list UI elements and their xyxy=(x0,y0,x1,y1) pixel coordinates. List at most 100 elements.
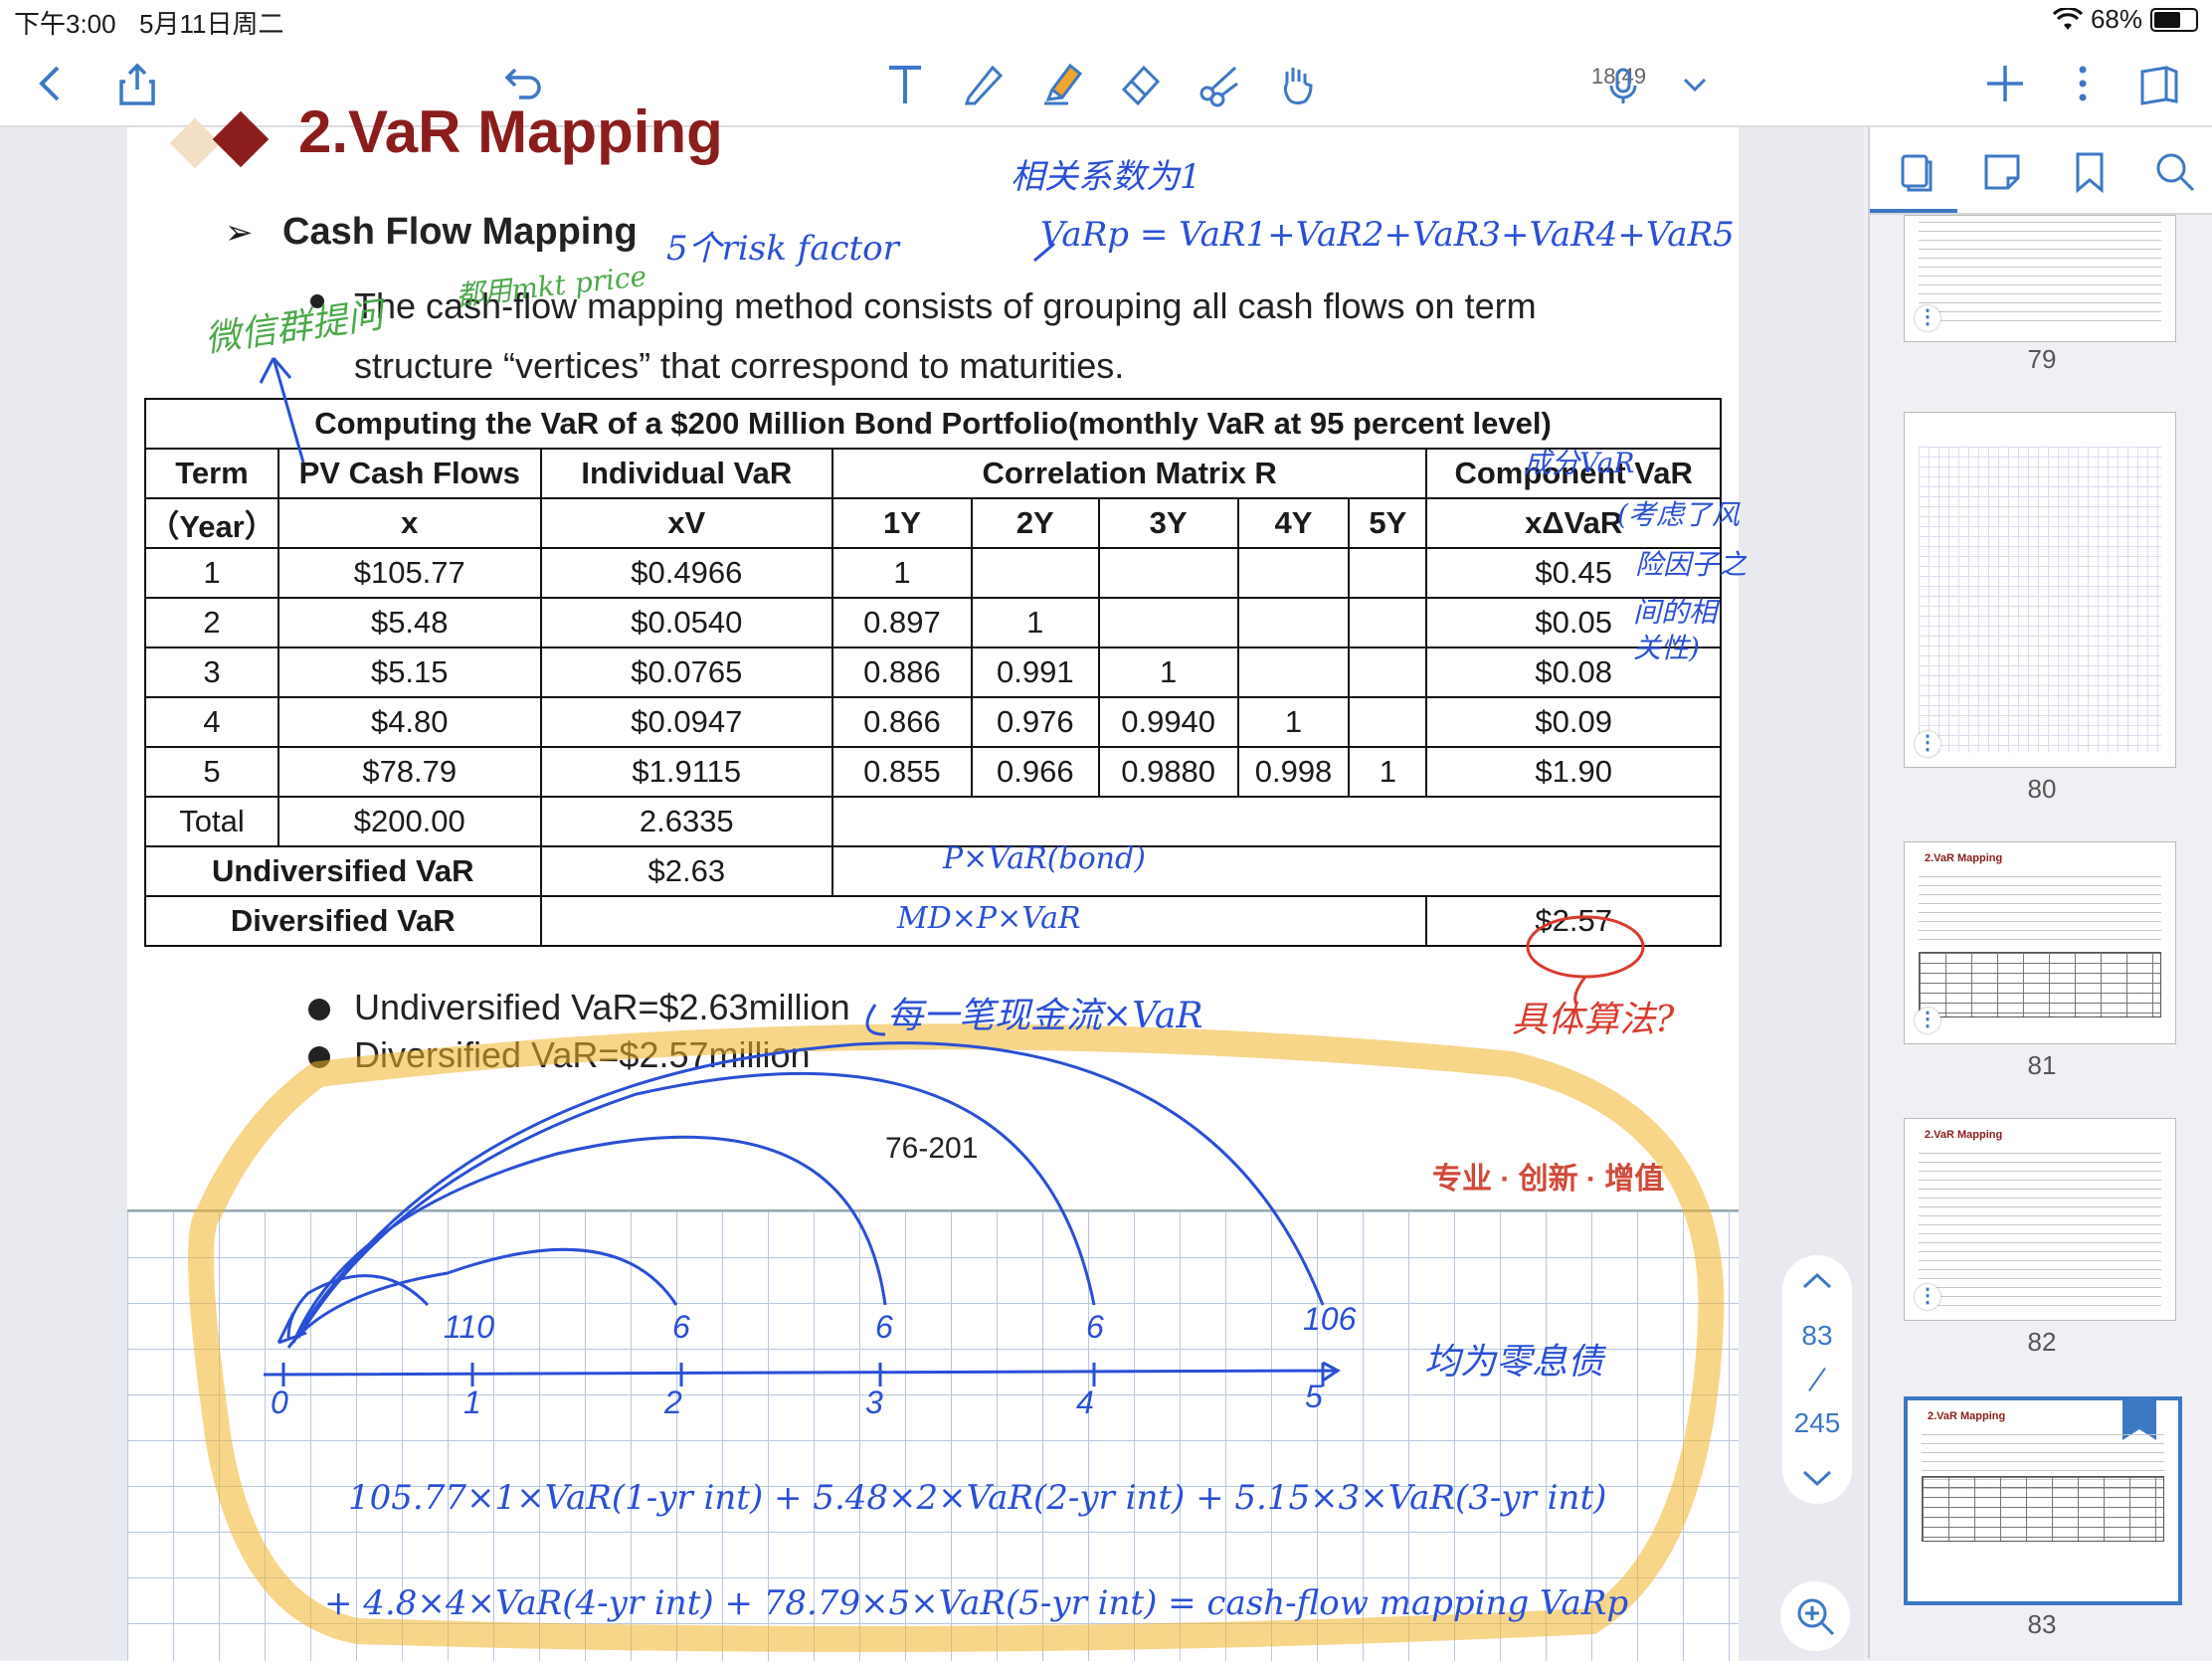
note-correlation-one: 相关系数为1 xyxy=(1011,157,1201,197)
cell-pv: $78.79 xyxy=(276,746,542,798)
page-thumbnail-80[interactable]: ⋮ xyxy=(1904,412,2176,768)
cell-c4 xyxy=(1236,646,1351,698)
text-tool-icon xyxy=(889,66,921,103)
table-row: 3 $5.15 $0.0765 0.886 0.991 1 $0.08 xyxy=(144,646,1722,698)
total-pages: 245 xyxy=(1793,1407,1841,1438)
undiversified-row: Undiversified VaR $2.63 xyxy=(144,845,1722,897)
undiversified-value: $2.63 xyxy=(539,845,834,897)
cashflow-label: 110 xyxy=(444,1309,495,1345)
cell-c4: 0.998 xyxy=(1236,746,1351,798)
cashflow-label: 106 xyxy=(1303,1301,1357,1337)
chevron-down-icon[interactable] xyxy=(1800,1466,1834,1490)
page-separator xyxy=(1808,1367,1826,1392)
total-blank xyxy=(831,796,1722,847)
left-gutter xyxy=(0,127,127,1659)
cell-ivar: $1.9115 xyxy=(539,746,834,798)
note-zero-coupon: 均为零息债 xyxy=(1424,1342,1604,1383)
slide-page-number: 76-201 xyxy=(885,1132,979,1165)
thumbnail-more-button[interactable]: ⋮ xyxy=(1915,305,1940,331)
cashflow-label: 6 xyxy=(672,1309,690,1345)
header-1y: 1Y xyxy=(831,497,973,549)
zoom-button[interactable] xyxy=(1780,1581,1850,1651)
thumbnail-title: 2.VaR Mapping xyxy=(1925,852,2003,864)
cell-cvar: $1.90 xyxy=(1425,746,1722,798)
note-varp-equation: VaRp = VaR1+VaR2+VaR3+VaR4+VaR5 xyxy=(1040,215,1735,255)
note-px-var: P×VaR(bond) xyxy=(943,841,1146,876)
page-thumbnail-83[interactable]: 2.VaR Mapping xyxy=(1904,1396,2182,1605)
header-4y: 4Y xyxy=(1236,497,1351,549)
table-total-row: Total $200.00 2.6335 xyxy=(144,796,1722,847)
cell-c1: 0.897 xyxy=(831,597,973,648)
share-icon xyxy=(119,63,155,105)
cell-pv: $105.77 xyxy=(276,547,542,599)
add-page-button[interactable] xyxy=(1977,56,2033,111)
text-tool-button[interactable] xyxy=(877,56,933,111)
cell-c5 xyxy=(1348,597,1428,648)
bullet-diversified: Diversified VaR=$2.57million xyxy=(354,1034,811,1075)
thumbnail-number: 80 xyxy=(2027,774,2057,804)
cell-c1: 1 xyxy=(831,547,973,599)
note-md-var: MD×P×VaR xyxy=(897,901,1081,936)
cell-c3 xyxy=(1097,597,1239,648)
thumbnail-more-button[interactable]: ⋮ xyxy=(1915,1008,1940,1033)
note-how-calculated: 具体算法? xyxy=(1512,1000,1675,1040)
tab-notes[interactable] xyxy=(1977,147,2027,197)
back-button[interactable] xyxy=(24,56,80,111)
cell-c3: 0.9880 xyxy=(1097,746,1239,798)
slide-subtitle: Cash Flow Mapping xyxy=(282,211,638,253)
lasso-tool-button[interactable] xyxy=(1192,56,1247,111)
header-xv: xV xyxy=(539,497,834,549)
cell-pv: $4.80 xyxy=(276,696,542,748)
eraser-tool-button[interactable] xyxy=(1112,56,1168,111)
formula-line-1: 105.77×1×VaR(1-yr int) + 5.48×2×VaR(2-yr… xyxy=(348,1478,1607,1518)
diversified-value: $2.57 xyxy=(1425,895,1722,947)
note-component-2: (考虑了风 xyxy=(1617,498,1740,531)
highlighter-tool-button[interactable] xyxy=(1034,56,1090,111)
header-individual-var: Individual VaR xyxy=(539,448,834,499)
microphone-button[interactable] xyxy=(1595,56,1651,111)
formula-line-2: + 4.8×4×VaR(4-yr int) + 78.79×5×VaR(5-yr… xyxy=(324,1583,1629,1623)
cell-c2: 1 xyxy=(970,597,1100,648)
share-button[interactable] xyxy=(109,56,165,111)
status-time: 下午3:00 xyxy=(14,9,116,39)
axis-label: 1 xyxy=(463,1384,481,1420)
axis-label: 3 xyxy=(865,1384,883,1420)
cell-c5 xyxy=(1348,646,1428,698)
header-2y: 2Y xyxy=(970,497,1100,549)
tab-bookmarks[interactable] xyxy=(2065,147,2115,197)
active-tab-indicator xyxy=(1870,209,1957,213)
page-thumbnail-79[interactable]: ⋮ xyxy=(1904,215,2176,342)
cell-c4 xyxy=(1236,597,1351,648)
page-thumbnail-82[interactable]: 2.VaR Mapping ⋮ xyxy=(1904,1118,2176,1321)
wifi-icon xyxy=(2052,7,2083,30)
page-thumbnail-81[interactable]: 2.VaR Mapping ⋮ xyxy=(1904,841,2176,1044)
pages-view-button[interactable] xyxy=(2130,56,2186,111)
undiversified-label: Undiversified VaR xyxy=(144,845,542,897)
bullet-undiversified: Undiversified VaR=$2.63million xyxy=(354,987,850,1027)
thumbnail-more-button[interactable]: ⋮ xyxy=(1915,1284,1940,1310)
axis-label: 4 xyxy=(1076,1384,1094,1420)
thumbnail-more-button[interactable]: ⋮ xyxy=(1915,731,1940,757)
status-right: 68% xyxy=(2052,4,2198,35)
microphone-icon xyxy=(1609,68,1637,103)
pen-tool-button[interactable] xyxy=(955,56,1011,111)
cell-cvar: $0.09 xyxy=(1425,696,1722,748)
hand-tool-button[interactable] xyxy=(1269,56,1325,111)
tab-search[interactable] xyxy=(2150,147,2200,197)
table-row: 2 $5.48 $0.0540 0.897 1 $0.05 xyxy=(144,597,1722,648)
cell-term: 3 xyxy=(144,646,279,698)
cell-c3: 1 xyxy=(1097,646,1239,698)
cell-c1: 0.866 xyxy=(831,696,973,748)
cell-c1: 0.886 xyxy=(831,646,973,698)
tab-thumbnails[interactable] xyxy=(1892,147,1941,197)
thumbnail-number: 83 xyxy=(2027,1609,2057,1639)
more-button[interactable] xyxy=(2055,56,2111,111)
thumbnail-number: 79 xyxy=(2027,344,2057,374)
current-page[interactable]: 83 xyxy=(1801,1320,1832,1352)
bookmark-icon xyxy=(2076,152,2104,194)
header-year: （Year） xyxy=(144,497,279,549)
chevron-up-icon[interactable] xyxy=(1800,1269,1834,1293)
note-risk-factors: 5个risk factor xyxy=(666,229,899,269)
thumbnail-title: 2.VaR Mapping xyxy=(1925,1129,2003,1141)
recording-dropdown-button[interactable] xyxy=(1667,56,1723,111)
